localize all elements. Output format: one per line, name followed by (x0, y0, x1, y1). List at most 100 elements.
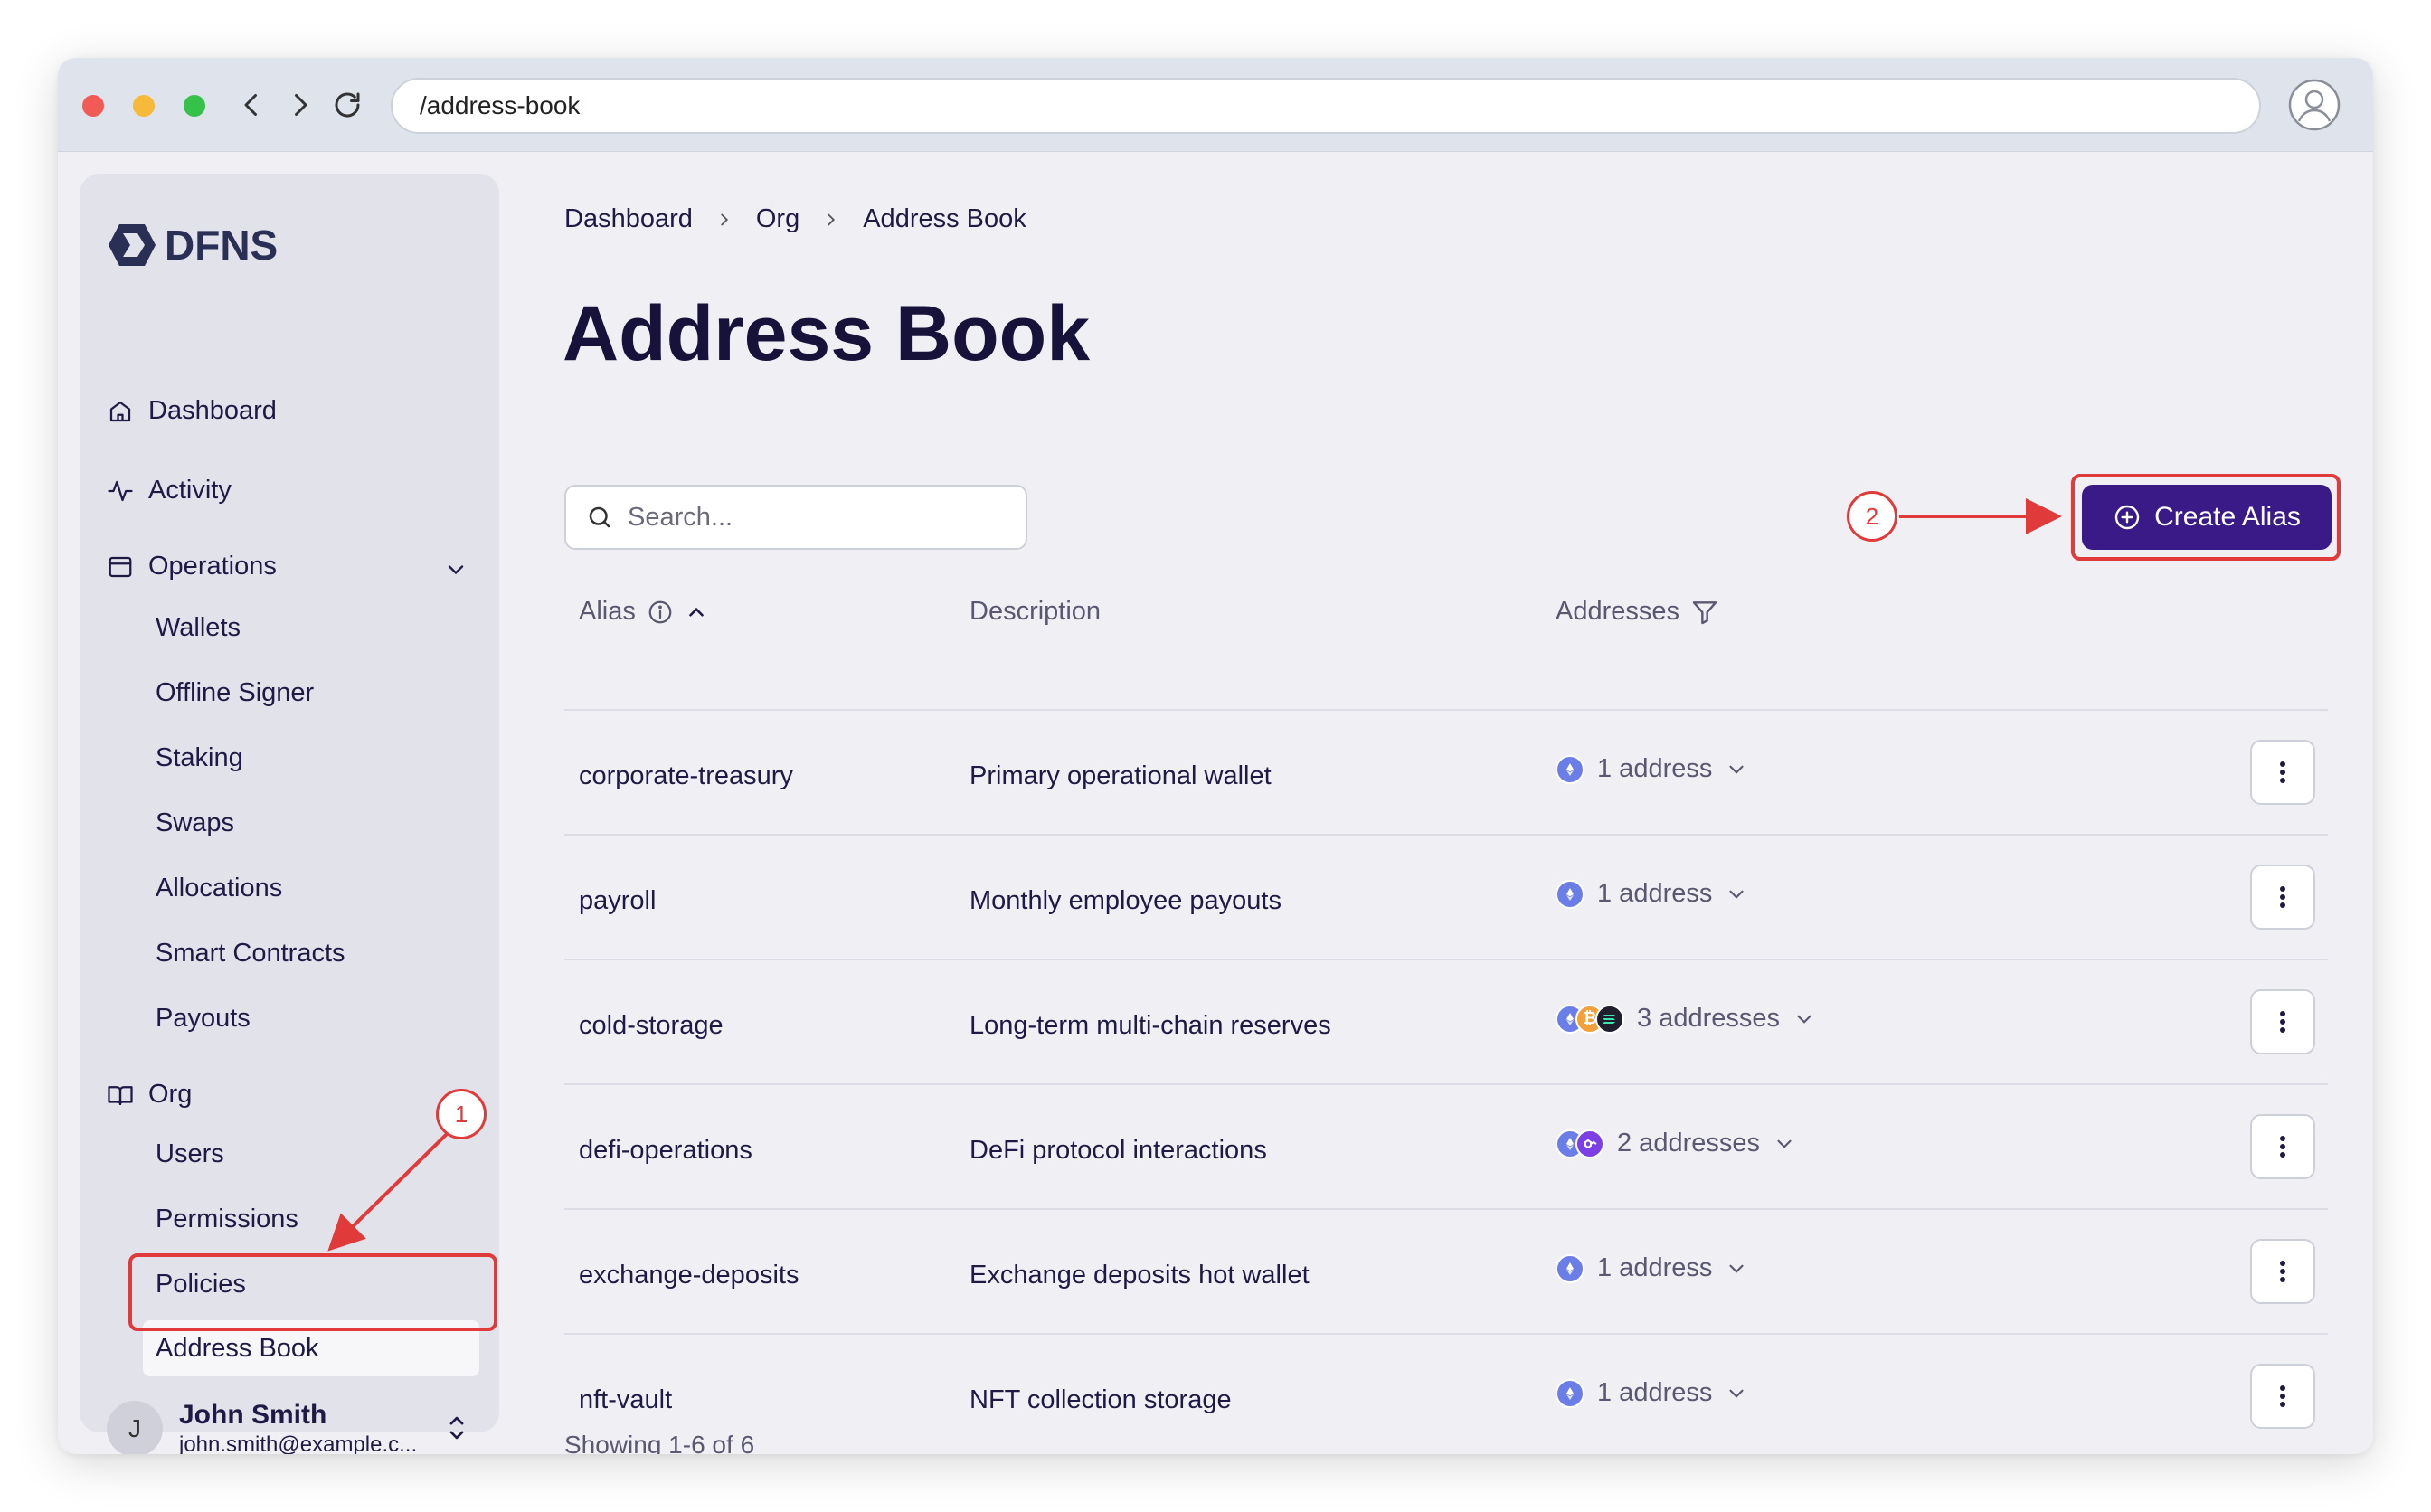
header-alias[interactable]: Alias (579, 597, 708, 627)
logo-text: DFNS (165, 222, 279, 269)
close-window-button[interactable] (82, 95, 104, 117)
nav-activity-label: Activity (148, 476, 232, 505)
annotation-step-2: 2 (1847, 491, 1897, 542)
avatar: J (107, 1401, 163, 1454)
book-icon (108, 1085, 133, 1105)
row-actions-button[interactable] (2250, 1239, 2315, 1304)
cell-description: Long-term multi-chain reserves (970, 1011, 1331, 1040)
sidebar-item-permissions[interactable]: Permissions (156, 1205, 298, 1234)
addresses-count: 1 address (1597, 1378, 1713, 1407)
more-vertical-icon (2280, 1011, 2285, 1033)
nav-operations-label: Operations (148, 552, 277, 581)
annotation-highlight-address-book (128, 1253, 497, 1331)
row-actions-button[interactable] (2250, 740, 2315, 805)
row-actions-button[interactable] (2250, 1114, 2315, 1179)
sort-ascending-icon[interactable] (685, 600, 708, 624)
operations-icon (109, 556, 132, 577)
user-menu[interactable]: J John Smith john.smith@example.c... (107, 1400, 417, 1454)
reload-icon[interactable] (329, 87, 365, 123)
back-icon[interactable] (233, 87, 270, 123)
info-icon[interactable] (647, 599, 674, 626)
coin-icons (1556, 754, 1584, 784)
addresses-count: 1 address (1597, 754, 1713, 783)
more-vertical-icon (2280, 1261, 2285, 1282)
nav-activity[interactable]: Activity (107, 476, 232, 506)
forward-icon[interactable] (282, 87, 318, 123)
profile-icon[interactable] (2287, 78, 2341, 132)
dfns-logo[interactable]: DFNS (107, 221, 278, 269)
addresses-dropdown[interactable]: 1 address (1556, 879, 1748, 909)
minimize-window-button[interactable] (133, 95, 155, 117)
coin-icons: ₿ (1556, 1004, 1624, 1034)
addresses-dropdown[interactable]: 2 addresses (1556, 1129, 1796, 1158)
activity-icon (108, 480, 133, 501)
table-row[interactable]: defi-operations DeFi protocol interactio… (564, 1083, 2328, 1208)
chevron-down-icon (1729, 890, 1744, 899)
cell-alias: payroll (579, 886, 657, 915)
breadcrumb-dashboard[interactable]: Dashboard (564, 204, 693, 234)
annotation-highlight-create-alias (2071, 474, 2341, 561)
header-addresses: Addresses (1556, 597, 1719, 627)
sidebar-item-smart-contracts[interactable]: Smart Contracts (156, 939, 345, 969)
header-description-label: Description (970, 597, 1102, 626)
table-row[interactable]: corporate-treasury Primary operational w… (564, 709, 2328, 834)
sidebar-item-users[interactable]: Users (156, 1139, 224, 1169)
page-title: Address Book (563, 290, 1091, 377)
addresses-dropdown[interactable]: 1 address (1556, 754, 1748, 784)
sidebar-item-wallets[interactable]: Wallets (156, 613, 241, 643)
sidebar-item-swaps[interactable]: Swaps (156, 808, 234, 838)
table-row[interactable]: nft-vault NFT collection storage 1 addre… (564, 1333, 2328, 1454)
more-vertical-icon (2280, 1136, 2285, 1158)
sidebar-item-offline-signer[interactable]: Offline Signer (156, 678, 314, 708)
eth-coin-icon (1556, 1378, 1584, 1408)
search-input-wrapper[interactable] (564, 485, 1027, 550)
maximize-window-button[interactable] (184, 95, 205, 117)
eth-coin-icon (1556, 879, 1584, 909)
addresses-count: 2 addresses (1617, 1129, 1760, 1158)
sidebar-item-allocations[interactable]: Allocations (156, 874, 282, 903)
coin-icons (1556, 1129, 1604, 1158)
more-vertical-icon (2280, 1385, 2285, 1407)
nav-operations[interactable]: Operations (107, 552, 277, 581)
nav-dashboard[interactable]: Dashboard (107, 396, 277, 426)
coin-icons (1556, 1378, 1584, 1408)
addresses-count: 1 address (1597, 879, 1713, 908)
table-row[interactable]: payroll Monthly employee payouts 1 addre… (564, 834, 2328, 959)
addresses-dropdown[interactable]: ₿ 3 addresses (1556, 1004, 1816, 1034)
chevron-right-icon (828, 213, 836, 225)
filter-icon[interactable] (1690, 598, 1719, 627)
cell-alias: defi-operations (579, 1136, 752, 1165)
sidebar: DFNS Dashboard Activity Operations Walle… (80, 174, 499, 1454)
chevron-down-icon (1729, 1264, 1744, 1273)
cell-description: Monthly employee payouts (970, 886, 1282, 915)
nav-org-label: Org (148, 1080, 193, 1109)
header-alias-label: Alias (579, 597, 636, 626)
breadcrumb-org[interactable]: Org (756, 204, 799, 234)
chevron-up-down-icon[interactable] (443, 1413, 470, 1443)
table-row[interactable]: cold-storage Long-term multi-chain reser… (564, 959, 2328, 1083)
chevron-down-icon (1777, 1139, 1792, 1148)
header-addresses-label: Addresses (1556, 597, 1680, 626)
addresses-dropdown[interactable]: 1 address (1556, 1378, 1748, 1408)
cell-alias: exchange-deposits (579, 1261, 799, 1290)
chevron-down-icon (1797, 1015, 1811, 1024)
nav-dashboard-label: Dashboard (148, 396, 277, 425)
chevron-down-icon (1729, 765, 1744, 774)
search-input[interactable] (628, 502, 989, 533)
row-actions-button[interactable] (2250, 989, 2315, 1054)
address-bar[interactable]: /address-book (391, 78, 2261, 134)
cell-alias: cold-storage (579, 1011, 724, 1040)
table-row[interactable]: exchange-deposits Exchange deposits hot … (564, 1208, 2328, 1333)
chevron-down-icon[interactable] (443, 557, 468, 582)
row-actions-button[interactable] (2250, 1364, 2315, 1429)
breadcrumb: Dashboard Org Address Book (564, 204, 1026, 234)
cell-description: DeFi protocol interactions (970, 1136, 1267, 1165)
sidebar-item-staking[interactable]: Staking (156, 743, 243, 773)
more-vertical-icon (2280, 886, 2285, 908)
chevron-right-icon (721, 213, 728, 225)
row-actions-button[interactable] (2250, 865, 2315, 930)
sidebar-item-payouts[interactable]: Payouts (156, 1004, 251, 1034)
nav-org[interactable]: Org (107, 1080, 192, 1110)
addresses-dropdown[interactable]: 1 address (1556, 1253, 1748, 1283)
coin-icons (1556, 879, 1584, 909)
